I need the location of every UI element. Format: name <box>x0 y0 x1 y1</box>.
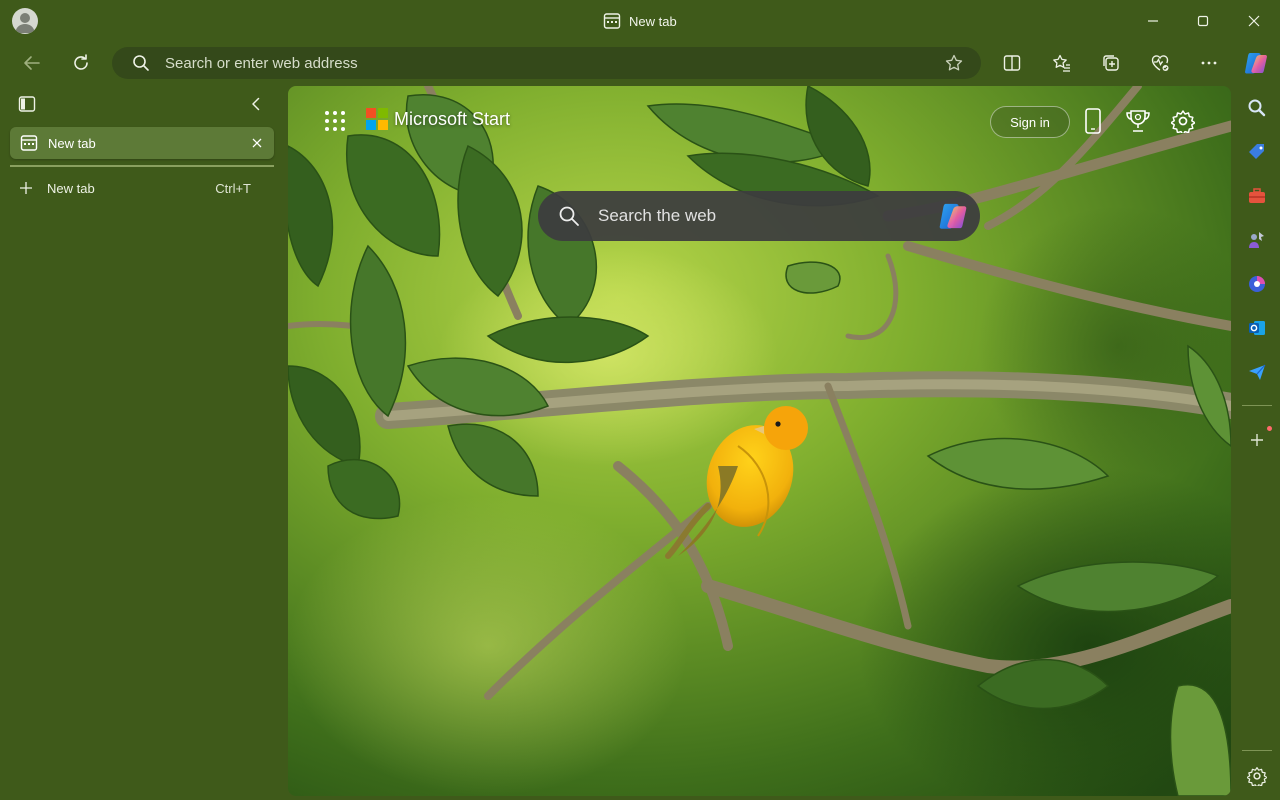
refresh-icon <box>74 54 88 70</box>
copilot-icon[interactable] <box>936 199 970 233</box>
sign-in-button[interactable]: Sign in <box>990 106 1070 138</box>
add-icon <box>1251 434 1263 446</box>
tab-actions-icon <box>18 96 36 112</box>
address-input[interactable] <box>163 53 927 73</box>
favorites-icon <box>1053 54 1070 72</box>
copilot-designer-icon <box>1249 276 1265 292</box>
tab-label: New tab <box>48 135 96 151</box>
tab-actions-button[interactable] <box>18 95 36 113</box>
rewards-trophy-icon <box>1126 110 1150 132</box>
page-settings-button[interactable] <box>1171 109 1195 133</box>
window-title: New tab <box>603 12 677 30</box>
window-title-text: New tab <box>629 13 677 29</box>
rail-add-button[interactable] <box>1243 426 1272 454</box>
split-screen-icon <box>1003 55 1021 71</box>
copilot-button[interactable] <box>1238 45 1274 81</box>
rail-divider-bottom <box>1242 750 1272 751</box>
rail-games-button[interactable] <box>1243 226 1271 254</box>
apps-launcher-button[interactable] <box>324 110 346 132</box>
rail-send-button[interactable] <box>1243 358 1271 386</box>
gear-icon <box>1171 110 1195 133</box>
more-button[interactable] <box>1191 45 1227 81</box>
minimize-button[interactable] <box>1130 8 1176 34</box>
tab-divider <box>10 165 274 167</box>
shopping-tag-icon <box>1249 144 1264 159</box>
mobile-phone-icon <box>1085 108 1101 134</box>
minimize-icon <box>1148 20 1158 22</box>
back-button[interactable] <box>14 45 50 81</box>
maximize-button[interactable] <box>1180 8 1226 34</box>
collections-button[interactable] <box>1093 45 1129 81</box>
favorites-button[interactable] <box>1044 45 1080 81</box>
plus-icon <box>20 182 32 194</box>
tab-page-icon <box>20 135 38 151</box>
rewards-button[interactable] <box>1125 108 1151 134</box>
brand-name: Microsoft Start <box>394 108 511 129</box>
tab-page-icon <box>603 13 621 29</box>
outlook-icon <box>1249 321 1265 335</box>
mobile-app-button[interactable] <box>1084 108 1102 134</box>
copilot-icon <box>1245 53 1267 74</box>
collections-icon <box>1103 55 1119 71</box>
rail-settings-button[interactable] <box>1243 762 1271 790</box>
favorite-star-icon[interactable] <box>944 53 964 73</box>
search-icon <box>133 55 149 71</box>
rail-tools-button[interactable] <box>1243 182 1271 210</box>
web-search-input[interactable] <box>596 205 930 227</box>
games-icon <box>1249 232 1264 248</box>
settings-icon <box>1247 767 1267 786</box>
rail-outlook-button[interactable] <box>1243 314 1271 342</box>
search-icon <box>1248 99 1266 117</box>
chevron-left-icon <box>252 97 260 111</box>
profile-avatar[interactable] <box>12 8 38 34</box>
tab-item-new-tab[interactable]: New tab <box>10 127 274 159</box>
sign-in-label: Sign in <box>1010 114 1050 130</box>
search-icon <box>559 206 579 226</box>
microsoft-start-brand[interactable]: Microsoft Start <box>366 108 510 130</box>
rail-shopping-button[interactable] <box>1243 138 1271 166</box>
collapse-pane-button[interactable] <box>247 95 265 113</box>
close-tab-icon[interactable] <box>251 137 263 149</box>
rail-designer-button[interactable] <box>1243 270 1271 298</box>
browser-essentials-button[interactable] <box>1142 45 1178 81</box>
web-search-box[interactable] <box>538 191 980 241</box>
person-icon <box>15 13 35 33</box>
app-grid-icon <box>325 111 345 131</box>
rail-divider <box>1242 405 1272 406</box>
refresh-button[interactable] <box>63 45 99 81</box>
rail-search-button[interactable] <box>1243 94 1271 122</box>
browser-essentials-icon <box>1151 55 1169 71</box>
new-tab-button[interactable]: New tab Ctrl+T <box>10 176 274 200</box>
close-window-button[interactable] <box>1231 8 1277 34</box>
back-icon <box>24 56 40 70</box>
send-icon <box>1249 364 1266 380</box>
maximize-icon <box>1197 15 1209 27</box>
tools-icon <box>1249 188 1265 203</box>
sidebar-rail <box>1234 86 1280 800</box>
microsoft-logo-icon <box>366 108 388 130</box>
new-tab-shortcut: Ctrl+T <box>215 180 251 196</box>
new-tab-page: Microsoft Start Sign in <box>288 86 1231 796</box>
address-bar[interactable] <box>112 47 981 79</box>
notification-dot <box>1267 426 1272 431</box>
more-icon <box>1201 61 1217 65</box>
split-screen-button[interactable] <box>994 45 1030 81</box>
new-tab-label: New tab <box>47 180 95 196</box>
close-icon <box>1248 15 1260 27</box>
